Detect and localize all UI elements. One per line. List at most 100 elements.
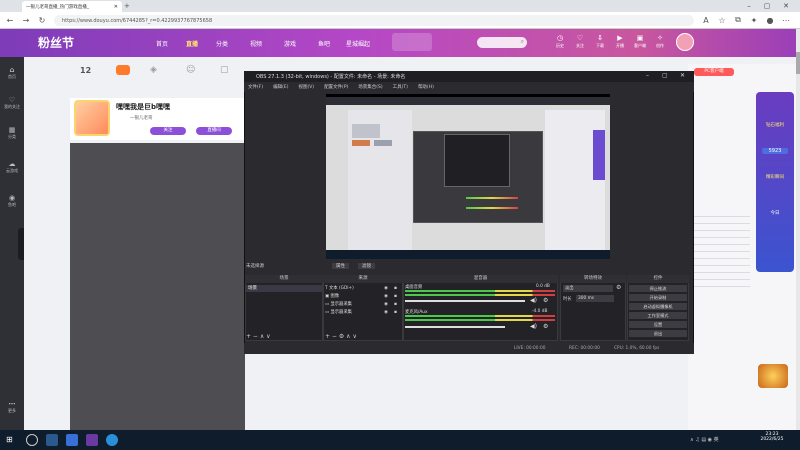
- source-item[interactable]: T 文本 (GDI+): [325, 285, 401, 291]
- follow-button[interactable]: 关注: [150, 127, 186, 135]
- close-icon[interactable]: ✕: [114, 4, 118, 10]
- sidebar-item-more[interactable]: ⋯ 更多: [3, 400, 21, 414]
- collections-icon[interactable]: ⧉: [732, 14, 744, 26]
- cat-icon[interactable]: ☺: [186, 65, 195, 75]
- steam-icon[interactable]: [46, 434, 58, 446]
- menu-edit[interactable]: 编辑(E): [273, 84, 288, 90]
- activity-icon[interactable]: [116, 65, 130, 75]
- read-aloud-icon[interactable]: A: [700, 14, 712, 26]
- minimize-icon[interactable]: –: [742, 1, 756, 11]
- settings-button[interactable]: 设置: [629, 321, 687, 328]
- search-icon[interactable]: ⌕: [521, 38, 524, 46]
- window-close-icon[interactable]: ✕: [779, 1, 793, 11]
- sidebar-item-home[interactable]: ⌂ 首页: [3, 66, 21, 80]
- speaker-icon[interactable]: ◀): [530, 323, 537, 330]
- menu-icon[interactable]: ⋯: [780, 14, 792, 26]
- start-recording-button[interactable]: 开始录制: [629, 294, 687, 301]
- menu-view[interactable]: 视图(V): [298, 84, 314, 90]
- room-button[interactable]: 直播间: [196, 127, 232, 135]
- source-item[interactable]: ▣ 图像: [325, 293, 401, 299]
- eye-icon[interactable]: ◉ ◉ ◉ ◉: [384, 285, 388, 317]
- download-icon[interactable]: ⇩ 下载: [592, 34, 608, 52]
- edge-icon[interactable]: [106, 434, 118, 446]
- video-player[interactable]: [70, 143, 245, 430]
- forward-icon[interactable]: →: [20, 14, 32, 26]
- volume-slider[interactable]: [405, 300, 525, 302]
- exit-button[interactable]: 退出: [629, 330, 687, 337]
- menu-profile[interactable]: 配置文件(P): [324, 84, 348, 90]
- transition-settings-icon[interactable]: ⚙: [616, 284, 621, 291]
- user-avatar[interactable]: [676, 33, 694, 51]
- new-tab-button[interactable]: +: [124, 2, 130, 10]
- scenes-dock-title: 场景: [245, 275, 323, 283]
- back-icon[interactable]: ←: [4, 14, 16, 26]
- nav-item-live[interactable]: 直播: [186, 39, 198, 48]
- obs-taskbar-icon[interactable]: [86, 434, 98, 446]
- taskbar-clock[interactable]: 23:23 2022/6/25: [752, 432, 792, 442]
- lock-icon[interactable]: ▪ ▪ ▪ ▪: [394, 285, 397, 317]
- obs-maximize-icon[interactable]: ▢: [662, 72, 668, 79]
- sidebar-item-cloudgame[interactable]: ☁ 云游戏: [3, 160, 21, 174]
- source-item[interactable]: ▭ 显示器采集: [325, 301, 401, 307]
- speaker-icon[interactable]: ◀): [530, 297, 537, 304]
- history-icon[interactable]: ◷ 历史: [552, 34, 568, 52]
- streamer-sub[interactable]: 一银儿老哥: [130, 115, 153, 121]
- pc-client-button[interactable]: PC客户端: [694, 68, 734, 76]
- sidebar-item-category[interactable]: ▦ 分类: [3, 126, 21, 140]
- promo-banner[interactable]: 钻石福利 5923 精彩瞬间 今日: [756, 92, 794, 272]
- source-item[interactable]: ▭ 显示器采集: [325, 309, 401, 315]
- volume-slider[interactable]: [405, 326, 505, 328]
- live-icon[interactable]: ▶ 开播: [612, 34, 628, 52]
- streamer-avatar[interactable]: [74, 100, 110, 136]
- reload-icon[interactable]: ↻: [36, 14, 48, 26]
- page-scrollbar[interactable]: [796, 29, 800, 430]
- browser-tab[interactable]: 一银儿老哥直播_热门游戏直播_ ✕: [22, 1, 122, 12]
- virtual-camera-button[interactable]: 启动虚拟摄像机: [629, 303, 687, 310]
- transition-select[interactable]: 淡出: [563, 285, 613, 292]
- follow-icon[interactable]: ♡ 关注: [572, 34, 588, 52]
- start-icon[interactable]: ⊞: [6, 435, 13, 444]
- nav-item-category[interactable]: 分类: [216, 39, 228, 48]
- sidebar-item-yuba[interactable]: ◉ 鱼吧: [3, 194, 21, 208]
- favorites-icon[interactable]: ☆: [716, 14, 728, 26]
- nav-item-game[interactable]: 游戏: [284, 39, 296, 48]
- maximize-icon[interactable]: ▢: [760, 1, 774, 11]
- profile-icon[interactable]: ●: [764, 14, 776, 26]
- stop-streaming-button[interactable]: 停止推流: [629, 285, 687, 292]
- url-input[interactable]: https://www.douyu.com/6744285?_r=0.42299…: [54, 15, 694, 26]
- scene-toolbar: + − ∧ ∨: [246, 333, 271, 340]
- studio-mode-button[interactable]: 工作室模式: [629, 312, 687, 319]
- menu-scene-collection[interactable]: 场景集合(S): [358, 84, 382, 90]
- transitions-dock-title: 转场特效: [560, 275, 626, 283]
- shop-icon[interactable]: ▢: [220, 65, 229, 75]
- sidebar-item-follow[interactable]: ♡ 我的关注: [3, 96, 21, 110]
- scene-item[interactable]: 场景: [246, 285, 322, 292]
- obs-close-icon[interactable]: ✕: [680, 72, 685, 79]
- app-icon[interactable]: [66, 434, 78, 446]
- menu-tools[interactable]: 工具(T): [393, 84, 408, 90]
- taskview-icon[interactable]: [26, 434, 38, 446]
- site-logo[interactable]: 粉丝节: [38, 34, 74, 51]
- page-scrollbar-thumb[interactable]: [796, 52, 800, 74]
- nav-item-event[interactable]: 星城崛起: [346, 39, 370, 48]
- menu-file[interactable]: 文件(F): [248, 84, 263, 90]
- nav-item-yuba[interactable]: 鱼吧: [318, 39, 330, 48]
- nav-item-video[interactable]: 视频: [250, 39, 262, 48]
- site-search-input[interactable]: ⌕: [477, 37, 527, 48]
- gear-icon[interactable]: ⚙: [543, 297, 548, 304]
- preview-page-header: [326, 97, 610, 105]
- extensions-icon[interactable]: ✦: [748, 14, 760, 26]
- menu-help[interactable]: 帮助(H): [418, 84, 434, 90]
- assistant-icon[interactable]: ▣ 客户端: [632, 34, 648, 52]
- bulb-icon[interactable]: ✧ 创作: [652, 34, 668, 52]
- duration-input[interactable]: 300 ms: [576, 295, 614, 302]
- gear-icon[interactable]: ⚙: [543, 323, 548, 330]
- gift-icon[interactable]: ◈: [150, 65, 157, 75]
- nav-item-home[interactable]: 首页: [156, 39, 168, 48]
- obs-minimize-icon[interactable]: –: [646, 72, 649, 79]
- event-banner[interactable]: [392, 33, 432, 51]
- tray-icons[interactable]: ∧ ♫ ▤ ◉ 英: [690, 436, 719, 443]
- filters-button[interactable]: 滤镜: [358, 263, 375, 269]
- mascot-badge[interactable]: [758, 364, 788, 388]
- properties-button[interactable]: 属性: [332, 263, 349, 269]
